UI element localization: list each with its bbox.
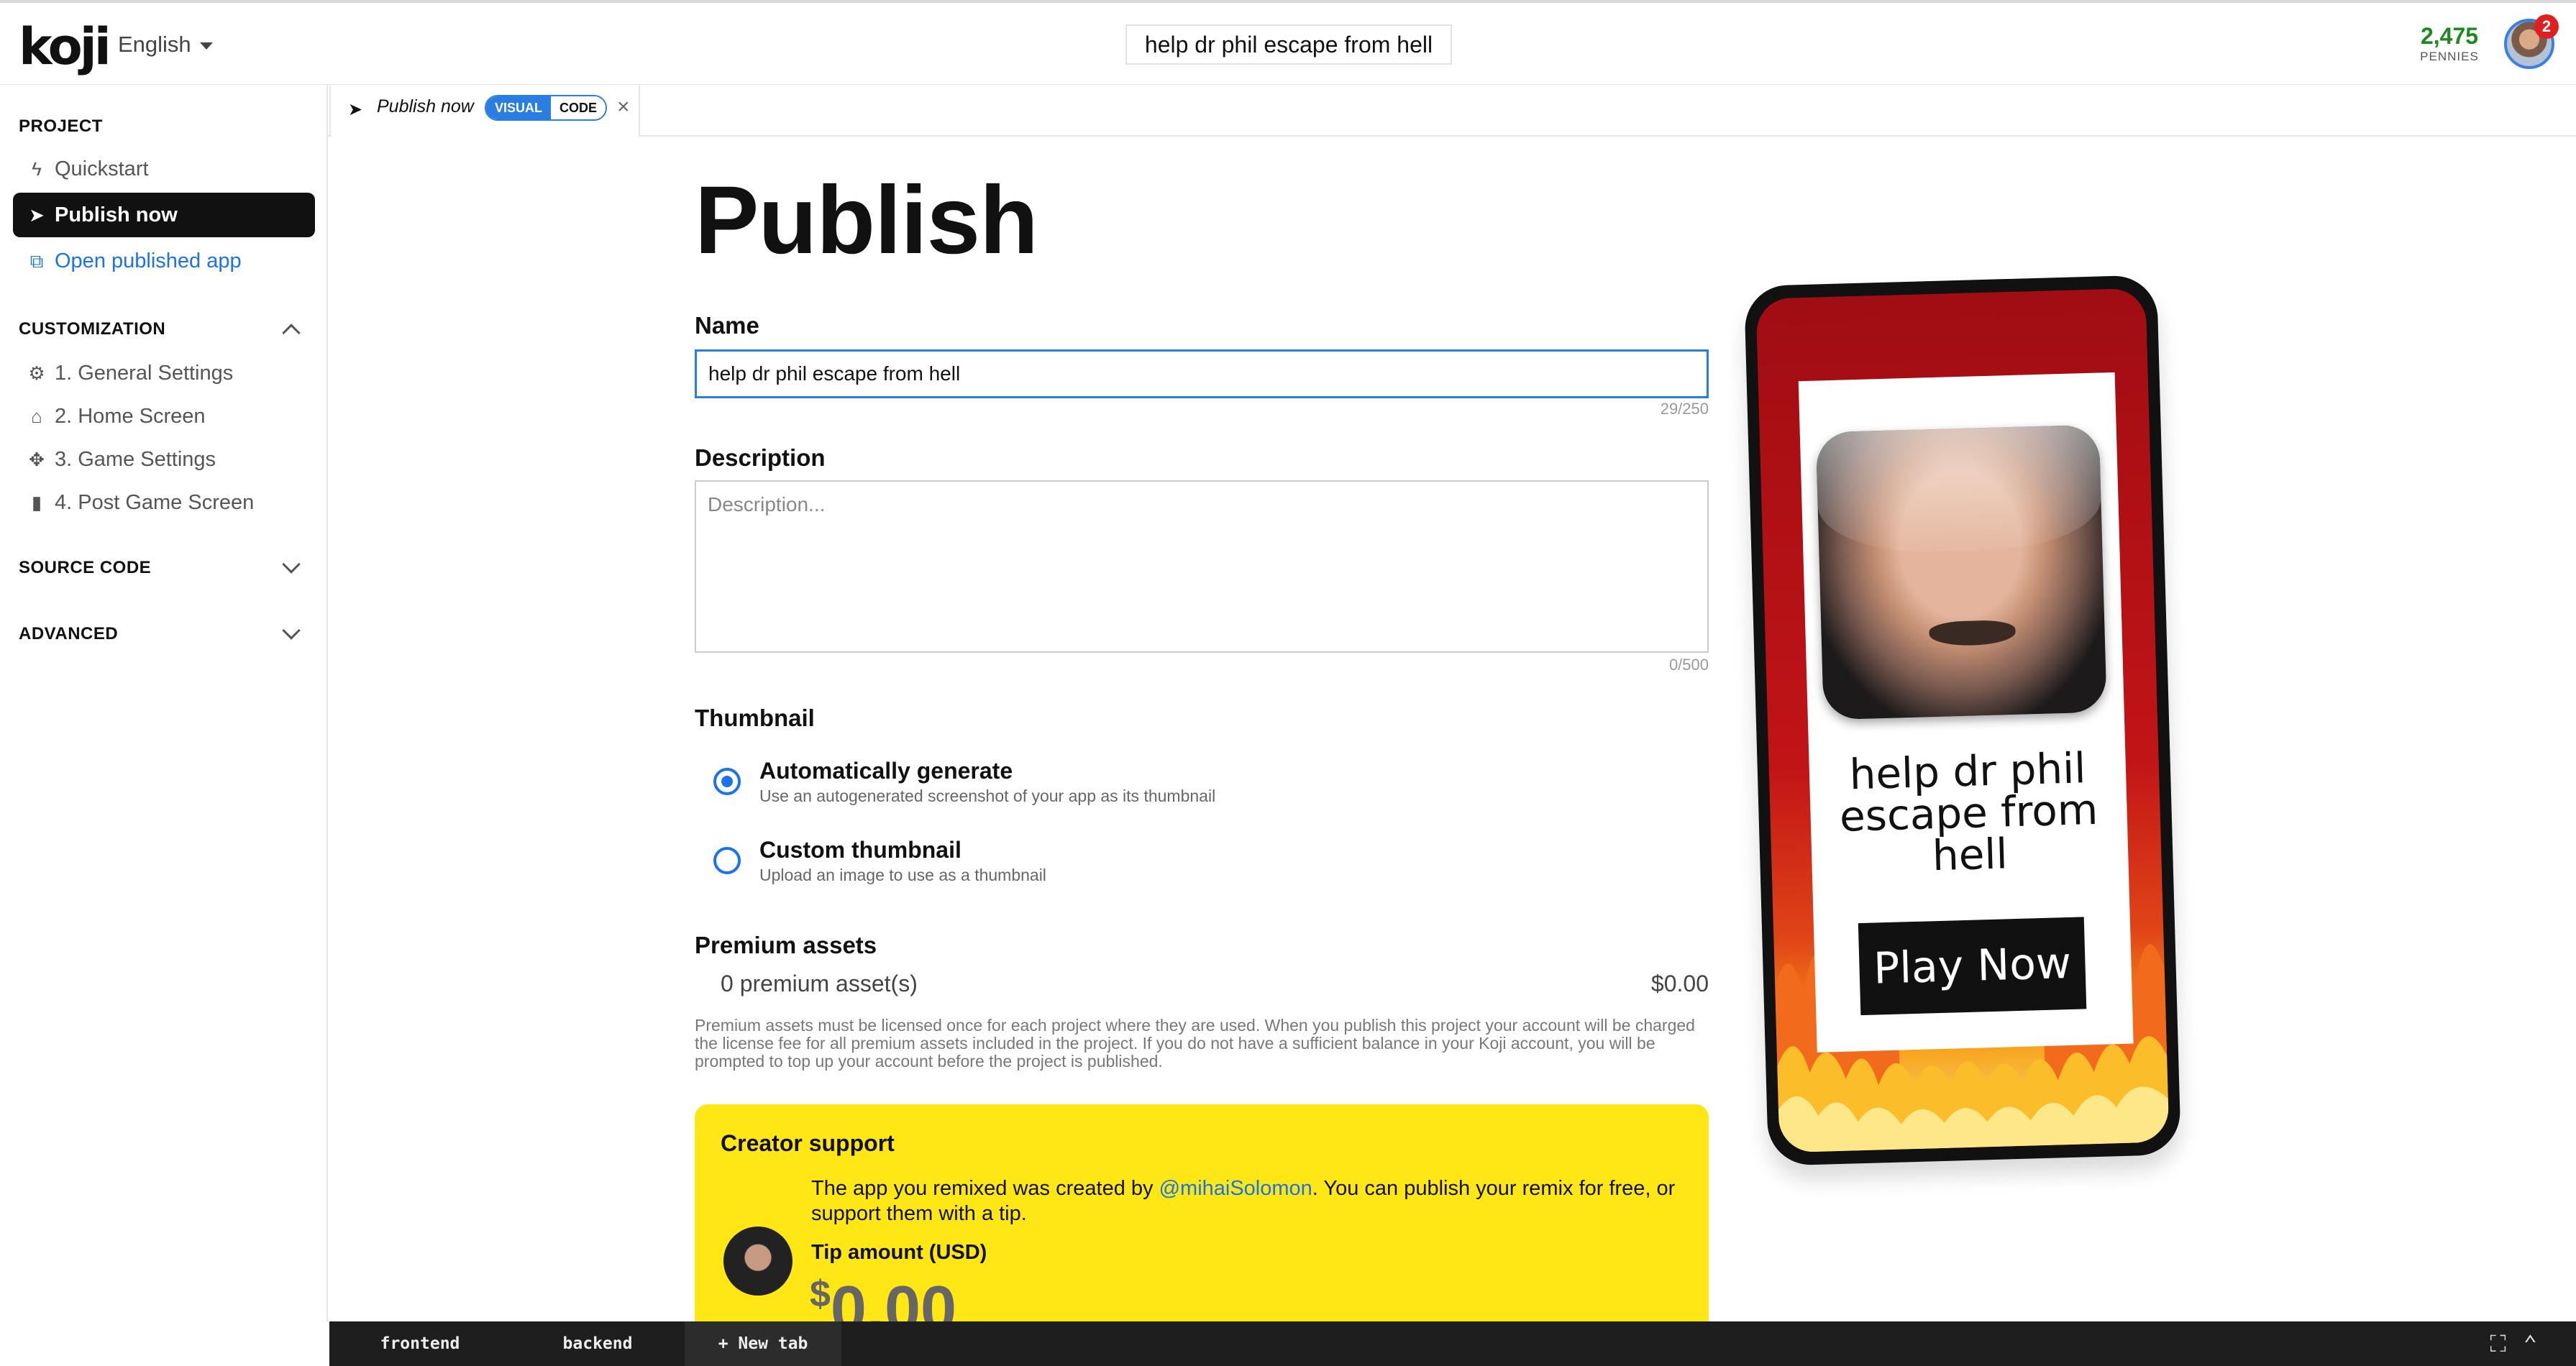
visual-code-toggle[interactable]: VISUAL CODE — [485, 95, 608, 121]
auto-thumbnail-radio[interactable] — [713, 768, 741, 795]
phone-preview: help dr phil escape from hell Play Now — [1744, 275, 2181, 1166]
play-now-button[interactable]: Play Now — [1858, 917, 2087, 1016]
creator-support-text: The app you remixed was created by @miha… — [811, 1176, 1689, 1227]
sidebar-item-quickstart[interactable]: ϟ Quickstart — [13, 147, 315, 191]
name-char-count: 29/250 — [1660, 400, 1709, 418]
preview-screen: help dr phil escape from hell Play Now — [1755, 288, 2170, 1153]
source-code-heading[interactable]: SOURCE CODE — [19, 558, 151, 578]
custom-thumbnail-description: Upload an image to use as a thumbnail — [759, 866, 1046, 884]
currency-symbol: $ — [810, 1273, 831, 1315]
tab-backend[interactable]: backend — [511, 1321, 685, 1366]
sidebar-item-label: 1. General Settings — [55, 362, 234, 385]
description-char-count: 0/500 — [1668, 656, 1709, 674]
gloss-overlay — [1815, 424, 2103, 555]
tip-amount-label: Tip amount (USD) — [811, 1241, 987, 1264]
sidebar-item-open-published-app[interactable]: ⧉ Open published app — [13, 239, 315, 283]
premium-assets-count: 0 premium asset(s) — [721, 971, 918, 996]
sidebar: PROJECT ϟ Quickstart ➤ Publish now ⧉ Ope… — [0, 85, 328, 1321]
preview-card: help dr phil escape from hell Play Now — [1798, 372, 2134, 1053]
auto-thumbnail-title[interactable]: Automatically generate — [759, 758, 1013, 784]
customization-heading[interactable]: CUSTOMIZATION — [19, 319, 165, 339]
premium-assets-label: Premium assets — [695, 932, 877, 958]
auto-thumbnail-description: Use an autogenerated screenshot of your … — [759, 787, 1216, 805]
preview-game-title: help dr phil escape from hell — [1839, 743, 2099, 881]
card-icon: ▮ — [31, 492, 42, 513]
mustache-shape — [1929, 619, 2017, 647]
sidebar-item-post-game-screen[interactable]: ▮ 4. Post Game Screen — [13, 480, 315, 525]
advanced-heading[interactable]: ADVANCED — [19, 624, 118, 644]
fullscreen-icon[interactable]: ⛶ — [2490, 1330, 2523, 1357]
creator-text-before: The app you remixed was created by — [811, 1177, 1159, 1200]
name-label: Name — [695, 312, 759, 339]
premium-assets-price: $0.00 — [1650, 971, 1709, 996]
tab-new[interactable]: + New tab — [685, 1321, 841, 1366]
page-title: Publish — [695, 167, 1038, 274]
thumbnail-label: Thumbnail — [695, 705, 815, 731]
tab-publish-now[interactable]: ➤ Publish now VISUAL CODE × — [329, 85, 640, 137]
bottom-terminal-bar: frontend backend + New tab ⛶⌃ — [329, 1321, 2576, 1366]
language-label: English — [118, 32, 191, 57]
sidebar-item-label: Publish now — [55, 203, 178, 226]
bottom-bar-actions: ⛶⌃ — [2490, 1330, 2554, 1358]
notification-badge: 2 — [2534, 14, 2559, 39]
creator-avatar — [723, 1227, 793, 1296]
name-input[interactable]: help dr phil escape from hell — [695, 349, 1709, 398]
custom-thumbnail-title[interactable]: Custom thumbnail — [759, 837, 962, 863]
sidebar-item-label: Open published app — [55, 249, 242, 272]
gear-icon: ⚙ — [28, 362, 45, 384]
premium-assets-note: Premium assets must be licensed once for… — [695, 1016, 1695, 1071]
pennies-count: 2,475 — [2420, 23, 2479, 49]
send-icon: ➤ — [348, 100, 363, 119]
pennies-balance[interactable]: 2,475 PENNIES — [2416, 23, 2483, 64]
chevron-down-icon[interactable] — [282, 555, 301, 574]
creator-handle-link[interactable]: @mihaiSolomon — [1159, 1177, 1312, 1200]
top-bar: koji English help dr phil escape from he… — [0, 0, 2576, 85]
app-title[interactable]: help dr phil escape from hell — [1125, 24, 1452, 65]
sidebar-item-home-screen[interactable]: ⌂ 2. Home Screen — [13, 394, 315, 439]
sidebar-item-general-settings[interactable]: ⚙ 1. General Settings — [13, 351, 315, 395]
custom-thumbnail-radio[interactable] — [713, 847, 741, 874]
sidebar-item-game-settings[interactable]: ✥ 3. Game Settings — [13, 437, 315, 482]
project-heading: PROJECT — [19, 116, 103, 136]
external-link-icon: ⧉ — [29, 250, 44, 272]
sidebar-item-publish-now[interactable]: ➤ Publish now — [13, 193, 315, 237]
sidebar-item-label: 3. Game Settings — [55, 448, 216, 471]
gamepad-icon: ✥ — [29, 449, 45, 470]
caret-down-icon — [199, 42, 213, 50]
chevron-down-icon[interactable] — [282, 621, 301, 640]
chevron-up-icon[interactable]: ⌃ — [2524, 1330, 2554, 1357]
tab-frontend[interactable]: frontend — [329, 1321, 511, 1366]
creator-support-title: Creator support — [721, 1130, 895, 1156]
dr-phil-image — [1815, 424, 2107, 720]
sidebar-item-label: 2. Home Screen — [55, 405, 206, 428]
publish-panel: Publish Name help dr phil escape from he… — [328, 137, 2576, 1345]
tab-label: Publish now — [377, 96, 474, 116]
sidebar-item-label: Quickstart — [55, 157, 149, 180]
creator-support-panel: Creator support The app you remixed was … — [695, 1104, 1709, 1345]
language-selector[interactable]: English — [118, 32, 213, 58]
koji-logo[interactable]: koji — [19, 17, 111, 76]
sidebar-item-label: 4. Post Game Screen — [55, 491, 255, 514]
premium-assets-row: 0 premium asset(s) $0.00 — [721, 971, 1709, 997]
pennies-label: PENNIES — [2420, 50, 2479, 63]
code-toggle[interactable]: CODE — [551, 96, 606, 119]
editor-tab-strip: ➤ Publish now VISUAL CODE × — [328, 85, 2576, 137]
close-icon[interactable]: × — [617, 95, 630, 119]
send-icon: ➤ — [29, 204, 45, 226]
description-label: Description — [695, 444, 826, 471]
description-input[interactable]: Description... — [695, 480, 1709, 653]
lightning-icon: ϟ — [32, 158, 42, 180]
visual-toggle[interactable]: VISUAL — [486, 96, 552, 119]
house-icon: ⌂ — [31, 405, 42, 427]
chevron-up-icon[interactable] — [282, 324, 301, 342]
